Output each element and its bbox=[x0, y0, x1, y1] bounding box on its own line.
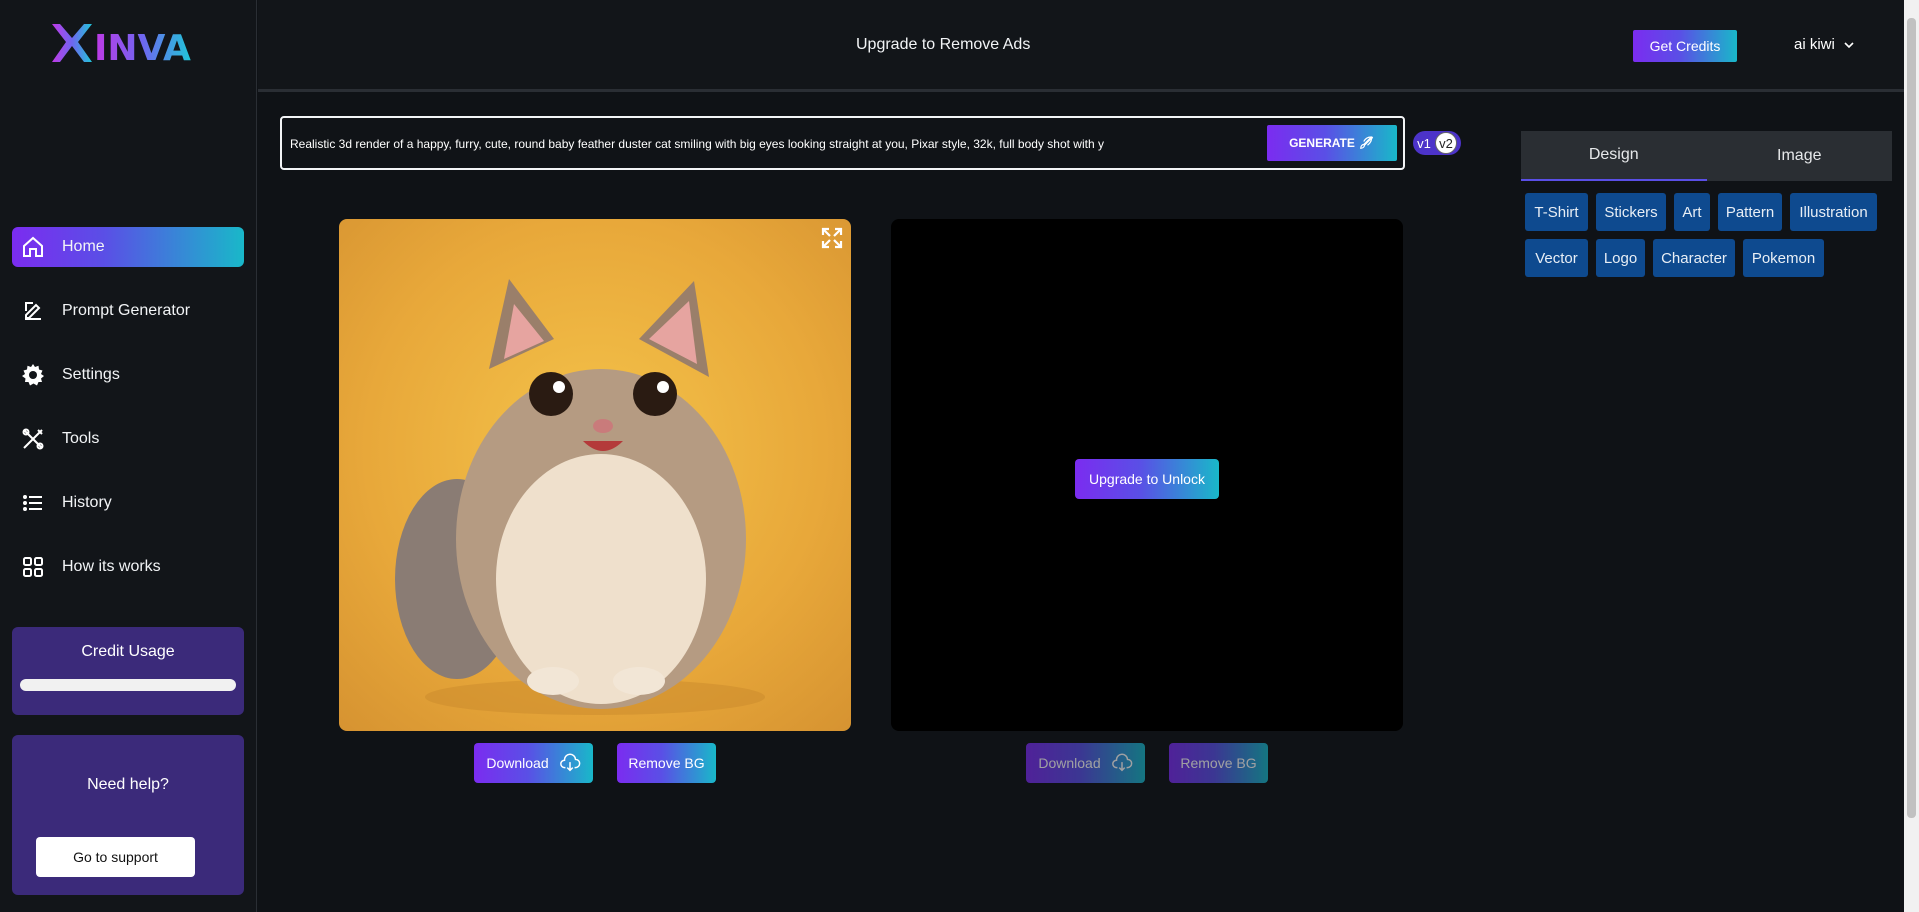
generated-image-1[interactable] bbox=[339, 219, 851, 731]
sidebar-item-home[interactable]: Home bbox=[12, 227, 244, 267]
chip-pokemon[interactable]: Pokemon bbox=[1743, 239, 1824, 277]
credit-usage-bar bbox=[20, 679, 236, 691]
generate-button[interactable]: GENERATE bbox=[1267, 125, 1397, 161]
cat-image bbox=[395, 279, 765, 715]
sidebar-item-how-its-works[interactable]: How its works bbox=[12, 547, 244, 587]
credit-usage-title: Credit Usage bbox=[81, 643, 175, 660]
credit-usage-panel: Credit Usage bbox=[12, 627, 244, 715]
version-v2[interactable]: v2 bbox=[1435, 132, 1457, 154]
sidebar: INVA Home Prompt Generator Settings Tool… bbox=[0, 0, 257, 912]
download-label: Download bbox=[486, 755, 549, 771]
sidebar-item-label: Settings bbox=[62, 366, 120, 383]
version-v1[interactable]: v1 bbox=[1413, 136, 1435, 151]
download-label: Download bbox=[1038, 755, 1101, 771]
download-button-2[interactable]: Download bbox=[1026, 743, 1145, 783]
gear-icon bbox=[20, 362, 46, 388]
sidebar-item-label: Prompt Generator bbox=[62, 302, 191, 319]
sidebar-item-label: Home bbox=[62, 238, 105, 255]
chip-character[interactable]: Character bbox=[1653, 239, 1735, 277]
chip-stickers[interactable]: Stickers bbox=[1596, 193, 1666, 231]
go-to-support-button[interactable]: Go to support bbox=[36, 837, 195, 877]
list-icon bbox=[20, 490, 46, 516]
prompt-box: GENERATE bbox=[280, 116, 1405, 170]
inva-logo[interactable]: INVA bbox=[50, 16, 210, 68]
style-tabs: Design Image bbox=[1521, 131, 1892, 181]
help-panel: Need help? Go to support bbox=[12, 735, 244, 895]
home-icon bbox=[20, 234, 46, 260]
prompt-input[interactable] bbox=[290, 135, 1120, 153]
tools-icon bbox=[20, 426, 46, 452]
sidebar-item-tools[interactable]: Tools bbox=[12, 419, 244, 459]
chip-logo[interactable]: Logo bbox=[1596, 239, 1645, 277]
remove-bg-button-1[interactable]: Remove BG bbox=[617, 743, 716, 783]
cloud-download-icon bbox=[559, 753, 580, 772]
edit-icon bbox=[20, 298, 46, 324]
chip-vector[interactable]: Vector bbox=[1525, 239, 1588, 277]
svg-text:INVA: INVA bbox=[94, 28, 191, 68]
sidebar-item-label: Tools bbox=[62, 430, 100, 447]
generated-image-2-locked: Upgrade to Unlock bbox=[891, 219, 1403, 731]
sidebar-item-label: History bbox=[62, 494, 112, 511]
sidebar-item-prompt-generator[interactable]: Prompt Generator bbox=[12, 291, 244, 331]
get-credits-button[interactable]: Get Credits bbox=[1633, 30, 1737, 62]
chip-t-shirt[interactable]: T-Shirt bbox=[1525, 193, 1588, 231]
cloud-download-icon bbox=[1111, 753, 1132, 772]
scrollbar-thumb[interactable] bbox=[1907, 18, 1916, 818]
sidebar-nav: Home Prompt Generator Settings Tools His… bbox=[12, 227, 244, 611]
top-header: Upgrade to Remove Ads Get Credits ai kiw… bbox=[258, 0, 1904, 92]
download-button-1[interactable]: Download bbox=[474, 743, 593, 783]
grid-icon bbox=[20, 554, 46, 580]
sidebar-item-history[interactable]: History bbox=[12, 483, 244, 523]
remove-bg-button-2[interactable]: Remove BG bbox=[1169, 743, 1268, 783]
chip-art[interactable]: Art bbox=[1674, 193, 1710, 231]
version-toggle[interactable]: v1 v2 bbox=[1413, 131, 1461, 155]
rocket-icon bbox=[1360, 136, 1373, 149]
upgrade-to-unlock-button[interactable]: Upgrade to Unlock bbox=[1075, 459, 1219, 499]
tab-design[interactable]: Design bbox=[1521, 131, 1707, 181]
user-menu[interactable]: ai kiwi bbox=[1794, 36, 1855, 53]
help-title: Need help? bbox=[87, 776, 169, 793]
sidebar-item-settings[interactable]: Settings bbox=[12, 355, 244, 395]
expand-icon[interactable] bbox=[821, 227, 843, 249]
user-name: ai kiwi bbox=[1794, 36, 1835, 53]
page-scrollbar[interactable] bbox=[1904, 0, 1919, 912]
generate-label: GENERATE bbox=[1289, 136, 1355, 150]
chevron-down-icon bbox=[1844, 41, 1854, 48]
tab-image[interactable]: Image bbox=[1707, 131, 1893, 181]
sidebar-item-label: How its works bbox=[62, 558, 161, 575]
chip-illustration[interactable]: Illustration bbox=[1790, 193, 1877, 231]
upgrade-ads-link[interactable]: Upgrade to Remove Ads bbox=[856, 36, 1030, 54]
chip-pattern[interactable]: Pattern bbox=[1718, 193, 1782, 231]
